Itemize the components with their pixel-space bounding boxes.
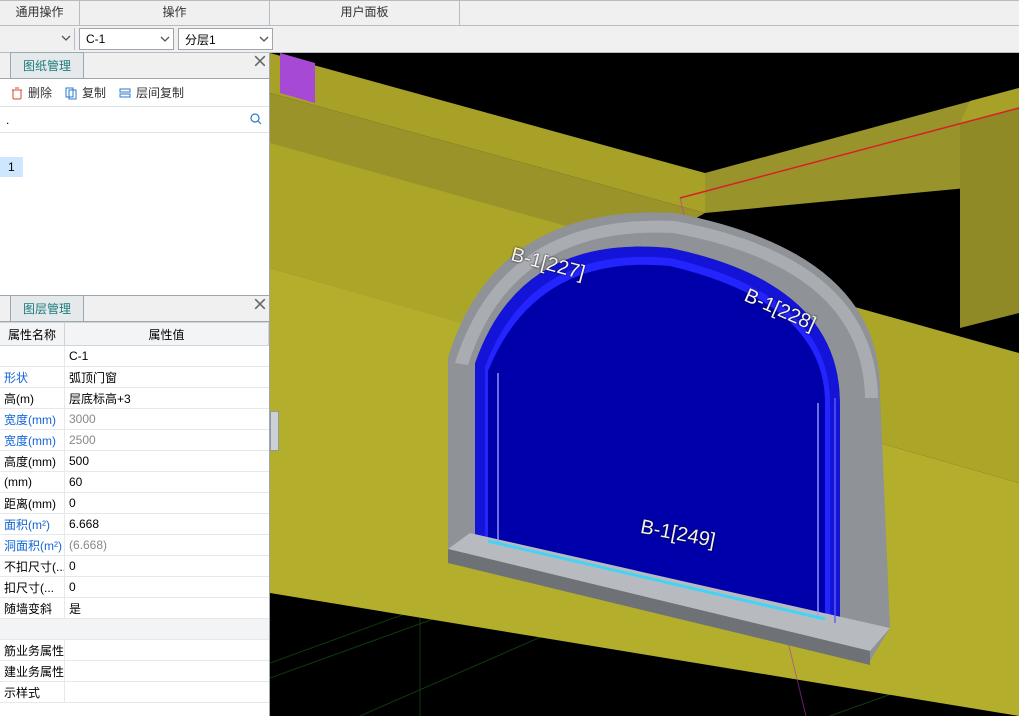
menu-general[interactable]: 通用操作 (0, 1, 80, 25)
property-value[interactable]: 0 (65, 556, 269, 576)
property-row[interactable]: C-1 (0, 346, 269, 367)
property-key (0, 346, 65, 366)
property-key: 形状 (0, 367, 65, 387)
splitter-handle[interactable] (270, 411, 279, 451)
property-section[interactable] (0, 619, 269, 640)
dropdown-element-label: C-1 (86, 32, 105, 46)
property-key: 面积(m²) (0, 514, 65, 534)
close-icon[interactable] (254, 298, 266, 310)
property-value[interactable]: 2500 (65, 430, 269, 450)
copy-label: 复制 (82, 84, 106, 101)
property-value[interactable] (65, 682, 269, 702)
tree-item[interactable]: 1 (0, 157, 23, 177)
properties-header: 属性名称 属性值 (0, 322, 269, 346)
dropdown-element[interactable]: C-1 (79, 28, 174, 50)
layer-copy-button[interactable]: 层间复制 (118, 84, 184, 101)
tab-drawing-management[interactable]: 图纸管理 (10, 52, 84, 78)
property-row[interactable]: 扣尺寸(...0 (0, 577, 269, 598)
property-key: 不扣尺寸(... (0, 556, 65, 576)
property-row[interactable]: 建业务属性 (0, 661, 269, 682)
property-value[interactable] (65, 640, 269, 660)
property-value[interactable]: 层底标高+3 (65, 388, 269, 408)
property-key: 宽度(mm) (0, 430, 65, 450)
property-key: 建业务属性 (0, 661, 65, 681)
delete-label: 删除 (28, 84, 52, 101)
property-value[interactable]: C-1 (65, 346, 269, 366)
property-value[interactable]: (6.668) (65, 535, 269, 555)
property-row[interactable]: (mm)60 (0, 472, 269, 493)
property-value[interactable]: 是 (65, 598, 269, 618)
property-value[interactable]: 0 (65, 577, 269, 597)
property-value[interactable]: 6.668 (65, 514, 269, 534)
dropdown-blank[interactable] (0, 28, 75, 50)
property-key: 距离(mm) (0, 493, 65, 513)
property-row[interactable]: 距离(mm)0 (0, 493, 269, 514)
viewport-3d[interactable]: B-1[227]B-1[228]B-1[249] (270, 53, 1019, 716)
layer-copy-label: 层间复制 (136, 84, 184, 101)
property-row[interactable]: 洞面积(m²)(6.668) (0, 535, 269, 556)
dropdown-layer[interactable]: 分层1 (178, 28, 273, 50)
property-row[interactable]: 形状弧顶门窗 (0, 367, 269, 388)
property-row[interactable]: 宽度(mm)3000 (0, 409, 269, 430)
menu-user-panel[interactable]: 用户面板 (270, 1, 460, 25)
dropdown-layer-label: 分层1 (185, 31, 216, 48)
property-row[interactable]: 随墙变斜是 (0, 598, 269, 619)
close-icon[interactable] (254, 55, 266, 67)
property-key: 随墙变斜 (0, 598, 65, 618)
chevron-down-icon (259, 33, 269, 48)
property-value[interactable]: 3000 (65, 409, 269, 429)
chevron-down-icon (61, 32, 71, 47)
property-row[interactable]: 示样式 (0, 682, 269, 703)
property-row[interactable]: 不扣尺寸(...0 (0, 556, 269, 577)
property-row[interactable]: 高(m)层底标高+3 (0, 388, 269, 409)
property-value[interactable]: 60 (65, 472, 269, 492)
property-key: 示样式 (0, 682, 65, 702)
delete-button[interactable]: 删除 (10, 84, 52, 101)
copy-button[interactable]: 复制 (64, 84, 106, 101)
property-row[interactable]: 宽度(mm)2500 (0, 430, 269, 451)
search-input[interactable] (6, 113, 263, 127)
property-key: 高(m) (0, 388, 65, 408)
property-row[interactable]: 高度(mm)500 (0, 451, 269, 472)
property-row[interactable]: 筋业务属性 (0, 640, 269, 661)
search-icon[interactable] (249, 112, 263, 129)
menu-operation[interactable]: 操作 (80, 1, 270, 25)
property-value[interactable]: 弧顶门窗 (65, 367, 269, 387)
chevron-down-icon (160, 33, 170, 48)
property-key: 宽度(mm) (0, 409, 65, 429)
property-value[interactable] (65, 661, 269, 681)
property-row[interactable]: 面积(m²)6.668 (0, 514, 269, 535)
property-key (0, 619, 269, 639)
property-value[interactable]: 0 (65, 493, 269, 513)
property-key: 高度(mm) (0, 451, 65, 471)
property-key: 扣尺寸(... (0, 577, 65, 597)
property-key: (mm) (0, 472, 65, 492)
property-value[interactable]: 500 (65, 451, 269, 471)
tab-layer-management[interactable]: 图层管理 (10, 295, 84, 321)
property-key: 筋业务属性 (0, 640, 65, 660)
property-key: 洞面积(m²) (0, 535, 65, 555)
header-val: 属性值 (65, 323, 269, 345)
header-key: 属性名称 (0, 323, 65, 345)
